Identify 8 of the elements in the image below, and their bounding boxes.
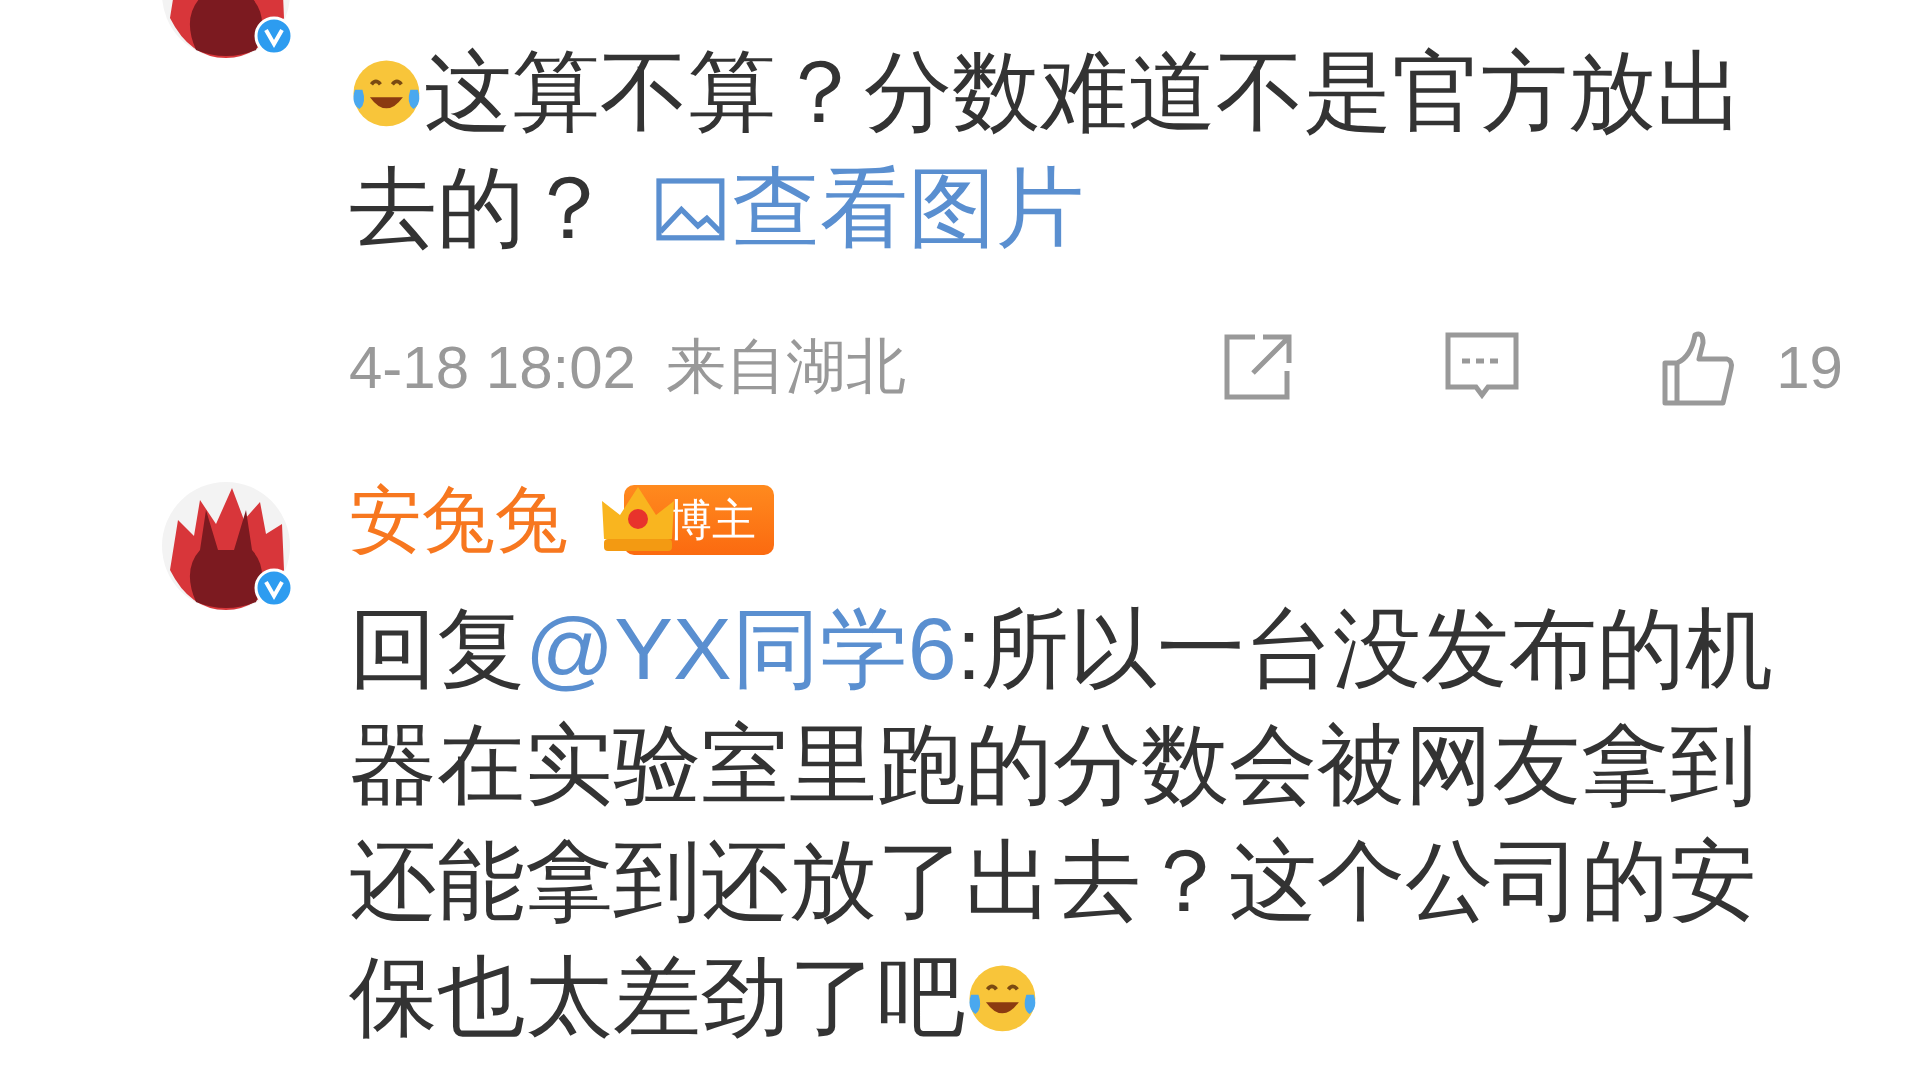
like-count: 19 — [1776, 332, 1843, 402]
username[interactable]: 安兔兔 — [349, 475, 568, 565]
comment-location: 来自湖北 — [665, 331, 906, 402]
comment-text: 回复@YX同学6:所以一台没发布的机器在实验室里跑的分数会被网友拿到还能拿到还放了出去？这个公司的安保也太差劲了吧 — [349, 598, 1775, 1048]
comment-text: 这算不算？分数难道不是官方放出去的？ 查看图片 — [349, 41, 1745, 259]
comment-time: 4-18 18:02 — [349, 332, 636, 402]
mention-link[interactable]: @YX同学6 — [525, 599, 957, 698]
view-image-link[interactable]: 查看图片 — [653, 158, 1084, 257]
